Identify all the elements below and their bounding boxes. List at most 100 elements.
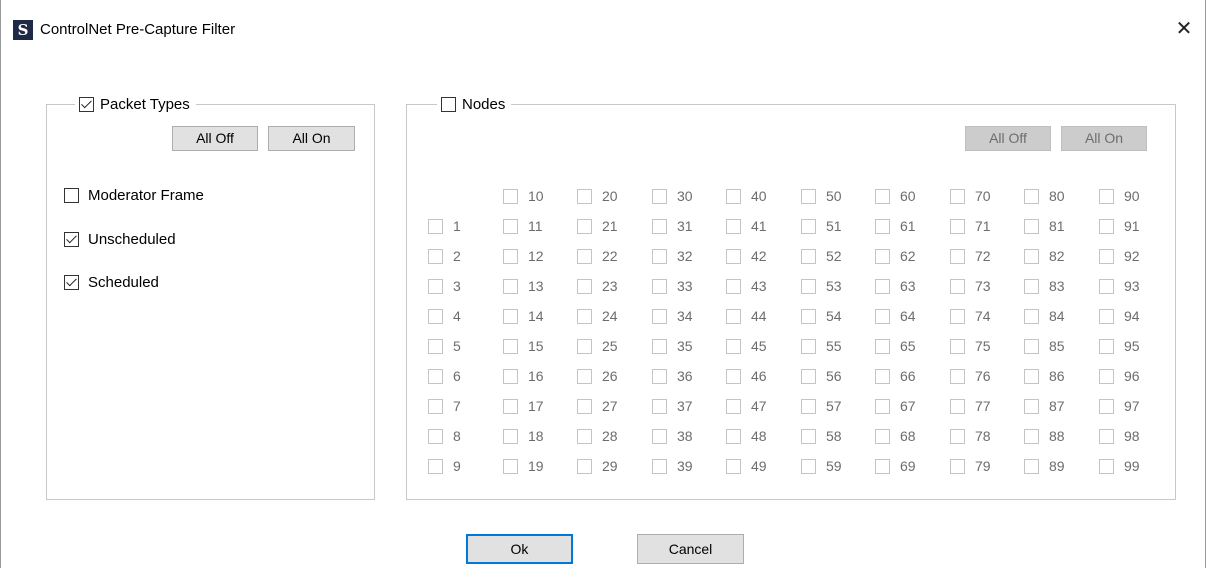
node-48-checkbox[interactable]: [726, 428, 741, 444]
node-30-option[interactable]: 30: [652, 188, 693, 204]
node-1-checkbox[interactable]: [428, 218, 443, 234]
node-66-option[interactable]: 66: [875, 368, 916, 384]
node-29-option[interactable]: 29: [577, 458, 618, 474]
node-47-option[interactable]: 47: [726, 398, 767, 414]
node-13-checkbox[interactable]: [503, 278, 518, 294]
node-78-option[interactable]: 78: [950, 428, 991, 444]
node-26-checkbox[interactable]: [577, 368, 592, 384]
close-icon[interactable]: ✕: [1169, 14, 1199, 44]
node-97-checkbox[interactable]: [1099, 398, 1114, 414]
node-19-checkbox[interactable]: [503, 458, 518, 474]
node-71-checkbox[interactable]: [950, 218, 965, 234]
node-16-option[interactable]: 16: [503, 368, 544, 384]
node-49-checkbox[interactable]: [726, 458, 741, 474]
node-60-checkbox[interactable]: [875, 188, 890, 204]
node-32-option[interactable]: 32: [652, 248, 693, 264]
node-98-checkbox[interactable]: [1099, 428, 1114, 444]
node-83-option[interactable]: 83: [1024, 278, 1065, 294]
node-3-checkbox[interactable]: [428, 278, 443, 294]
node-68-checkbox[interactable]: [875, 428, 890, 444]
node-38-option[interactable]: 38: [652, 428, 693, 444]
node-92-checkbox[interactable]: [1099, 248, 1114, 264]
node-80-option[interactable]: 80: [1024, 188, 1065, 204]
node-67-option[interactable]: 67: [875, 398, 916, 414]
node-61-checkbox[interactable]: [875, 218, 890, 234]
node-37-checkbox[interactable]: [652, 398, 667, 414]
node-51-checkbox[interactable]: [801, 218, 816, 234]
node-68-option[interactable]: 68: [875, 428, 916, 444]
node-16-checkbox[interactable]: [503, 368, 518, 384]
node-14-checkbox[interactable]: [503, 308, 518, 324]
node-54-option[interactable]: 54: [801, 308, 842, 324]
packet-types-legend[interactable]: Packet Types: [75, 93, 196, 115]
packet-types-checkbox[interactable]: [79, 96, 94, 112]
node-62-option[interactable]: 62: [875, 248, 916, 264]
node-44-checkbox[interactable]: [726, 308, 741, 324]
node-63-option[interactable]: 63: [875, 278, 916, 294]
node-5-option[interactable]: 5: [428, 338, 461, 354]
node-56-option[interactable]: 56: [801, 368, 842, 384]
node-84-checkbox[interactable]: [1024, 308, 1039, 324]
node-37-option[interactable]: 37: [652, 398, 693, 414]
node-82-option[interactable]: 82: [1024, 248, 1065, 264]
node-90-checkbox[interactable]: [1099, 188, 1114, 204]
node-31-checkbox[interactable]: [652, 218, 667, 234]
node-61-option[interactable]: 61: [875, 218, 916, 234]
node-86-checkbox[interactable]: [1024, 368, 1039, 384]
node-54-checkbox[interactable]: [801, 308, 816, 324]
node-87-option[interactable]: 87: [1024, 398, 1065, 414]
node-71-option[interactable]: 71: [950, 218, 991, 234]
node-79-checkbox[interactable]: [950, 458, 965, 474]
node-79-option[interactable]: 79: [950, 458, 991, 474]
node-24-checkbox[interactable]: [577, 308, 592, 324]
node-59-option[interactable]: 59: [801, 458, 842, 474]
node-44-option[interactable]: 44: [726, 308, 767, 324]
node-11-option[interactable]: 11: [503, 218, 543, 234]
node-91-option[interactable]: 91: [1099, 218, 1140, 234]
node-55-option[interactable]: 55: [801, 338, 842, 354]
node-77-checkbox[interactable]: [950, 398, 965, 414]
node-43-checkbox[interactable]: [726, 278, 741, 294]
node-46-option[interactable]: 46: [726, 368, 767, 384]
node-20-option[interactable]: 20: [577, 188, 618, 204]
node-94-option[interactable]: 94: [1099, 308, 1140, 324]
node-27-option[interactable]: 27: [577, 398, 618, 414]
node-63-checkbox[interactable]: [875, 278, 890, 294]
node-3-option[interactable]: 3: [428, 278, 461, 294]
node-83-checkbox[interactable]: [1024, 278, 1039, 294]
node-94-checkbox[interactable]: [1099, 308, 1114, 324]
node-7-checkbox[interactable]: [428, 398, 443, 414]
node-49-option[interactable]: 49: [726, 458, 767, 474]
node-73-checkbox[interactable]: [950, 278, 965, 294]
node-38-checkbox[interactable]: [652, 428, 667, 444]
node-15-checkbox[interactable]: [503, 338, 518, 354]
node-53-option[interactable]: 53: [801, 278, 842, 294]
node-41-option[interactable]: 41: [726, 218, 767, 234]
node-69-option[interactable]: 69: [875, 458, 916, 474]
node-21-checkbox[interactable]: [577, 218, 592, 234]
node-75-option[interactable]: 75: [950, 338, 991, 354]
node-47-checkbox[interactable]: [726, 398, 741, 414]
node-9-option[interactable]: 9: [428, 458, 461, 474]
unscheduled-checkbox[interactable]: [64, 232, 79, 247]
node-10-option[interactable]: 10: [503, 188, 544, 204]
node-96-checkbox[interactable]: [1099, 368, 1114, 384]
node-93-option[interactable]: 93: [1099, 278, 1140, 294]
node-24-option[interactable]: 24: [577, 308, 618, 324]
node-23-checkbox[interactable]: [577, 278, 592, 294]
node-22-checkbox[interactable]: [577, 248, 592, 264]
node-64-checkbox[interactable]: [875, 308, 890, 324]
nodes-checkbox[interactable]: [441, 96, 456, 112]
node-39-checkbox[interactable]: [652, 458, 667, 474]
node-50-option[interactable]: 50: [801, 188, 842, 204]
node-53-checkbox[interactable]: [801, 278, 816, 294]
node-81-option[interactable]: 81: [1024, 218, 1065, 234]
node-6-checkbox[interactable]: [428, 368, 443, 384]
node-72-option[interactable]: 72: [950, 248, 991, 264]
node-86-option[interactable]: 86: [1024, 368, 1065, 384]
node-95-checkbox[interactable]: [1099, 338, 1114, 354]
node-75-checkbox[interactable]: [950, 338, 965, 354]
node-74-checkbox[interactable]: [950, 308, 965, 324]
node-25-checkbox[interactable]: [577, 338, 592, 354]
node-40-option[interactable]: 40: [726, 188, 767, 204]
